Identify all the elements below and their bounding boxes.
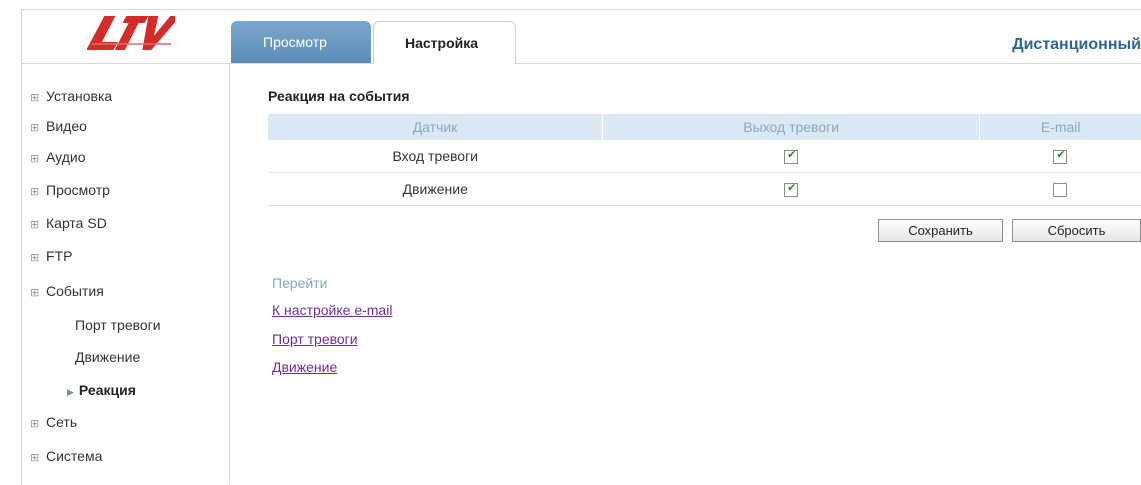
sidebar-subitem-motion[interactable]: Движение <box>75 346 140 368</box>
sidebar-item-label: Карта SD <box>46 215 107 231</box>
email-checkbox[interactable] <box>1053 183 1068 198</box>
expand-icon: ⊞ <box>30 92 40 104</box>
checkmark-icon: ✔ <box>1056 149 1066 162</box>
sidebar-item-audio[interactable]: ⊞ Аудио <box>30 146 86 168</box>
sidebar-item-events[interactable]: ⊞ События <box>30 280 104 302</box>
brand-logo <box>87 14 175 52</box>
alarm-out-cell: ✔ <box>602 172 980 206</box>
expand-icon: ⊞ <box>30 418 40 430</box>
link-alarm-port[interactable]: Порт тревоги <box>272 331 358 347</box>
save-button[interactable]: Сохранить <box>878 219 1003 242</box>
sidebar-item-install[interactable]: ⊞ Установка <box>30 85 112 107</box>
sidebar-subitem-label: Реакция <box>78 382 136 398</box>
sidebar-divider <box>21 63 229 64</box>
sidebar-subitem-alarm-port[interactable]: Порт тревоги <box>75 314 161 336</box>
sidebar-item-label: FTP <box>46 248 73 264</box>
sidebar-item-sd-card[interactable]: ⊞ Карта SD <box>30 212 107 234</box>
page-title: Реакция на события <box>268 88 410 104</box>
checkmark-icon: ✔ <box>787 149 797 162</box>
expand-icon: ⊞ <box>30 153 40 165</box>
link-motion[interactable]: Движение <box>272 359 337 375</box>
sidebar-item-view[interactable]: ⊞ Просмотр <box>30 179 110 201</box>
sidebar-item-system[interactable]: ⊞ Система <box>30 445 102 467</box>
sidebar-item-label: Установка <box>46 88 113 104</box>
sidebar-item-label: Сеть <box>46 414 78 430</box>
email-cell: ✔ <box>979 140 1141 173</box>
column-header-alarm-out: Выход тревоги <box>602 114 981 140</box>
sidebar-subitem-reaction[interactable]: ▶ Реакция <box>67 379 136 401</box>
ltv-logo-icon <box>87 16 175 50</box>
expand-icon: ⊞ <box>30 287 40 299</box>
link-email-settings[interactable]: К настройке e-mail <box>272 302 392 318</box>
expand-icon: ⊞ <box>30 122 40 134</box>
sidebar-item-network[interactable]: ⊞ Сеть <box>30 411 77 433</box>
expand-icon: ⊞ <box>30 186 40 198</box>
alarm-out-checkbox[interactable]: ✔ <box>784 149 799 165</box>
sensor-name: Вход тревоги <box>268 140 603 173</box>
column-header-email: E-mail <box>979 114 1141 140</box>
email-cell <box>979 172 1141 206</box>
expand-icon: ⊞ <box>30 252 40 264</box>
tab-setup[interactable]: Настройка <box>373 21 516 64</box>
column-header-sensor: Датчик <box>268 114 603 140</box>
event-reaction-table: Датчик Выход тревоги E-mail Вход тревоги… <box>268 114 1141 206</box>
expand-icon: ⊞ <box>30 452 40 464</box>
sidebar-subitem-label: Порт тревоги <box>75 317 161 333</box>
arrow-right-icon: ▶ <box>67 387 74 397</box>
checkmark-icon: ✔ <box>787 182 797 195</box>
table-header-row: Датчик Выход тревоги E-mail <box>268 114 1141 140</box>
sidebar-item-label: Аудио <box>46 149 86 165</box>
sidebar-item-label: События <box>46 283 104 299</box>
alarm-out-cell: ✔ <box>602 140 980 173</box>
tab-view[interactable]: Просмотр <box>231 21 371 63</box>
alarm-out-checkbox[interactable]: ✔ <box>784 182 799 198</box>
sidebar-item-label: Видео <box>46 118 87 134</box>
table-row: Движение ✔ <box>268 172 1141 206</box>
goto-label: Перейти <box>272 275 328 291</box>
sensor-name: Движение <box>268 172 603 206</box>
top-tab-bar: Просмотр Настройка Дистанционный <box>229 9 1141 64</box>
email-checkbox[interactable]: ✔ <box>1053 149 1068 165</box>
sidebar-subitem-label: Движение <box>75 349 141 365</box>
sidebar-item-label: Просмотр <box>46 182 110 198</box>
reset-button[interactable]: Сбросить <box>1012 219 1141 242</box>
sidebar-item-label: Система <box>46 448 103 464</box>
sidebar-item-video[interactable]: ⊞ Видео <box>30 115 87 137</box>
sidebar-item-ftp[interactable]: ⊞ FTP <box>30 245 72 267</box>
expand-icon: ⊞ <box>30 219 40 231</box>
remote-title: Дистанционный <box>1012 36 1141 53</box>
table-row: Вход тревоги ✔ ✔ <box>268 140 1141 173</box>
